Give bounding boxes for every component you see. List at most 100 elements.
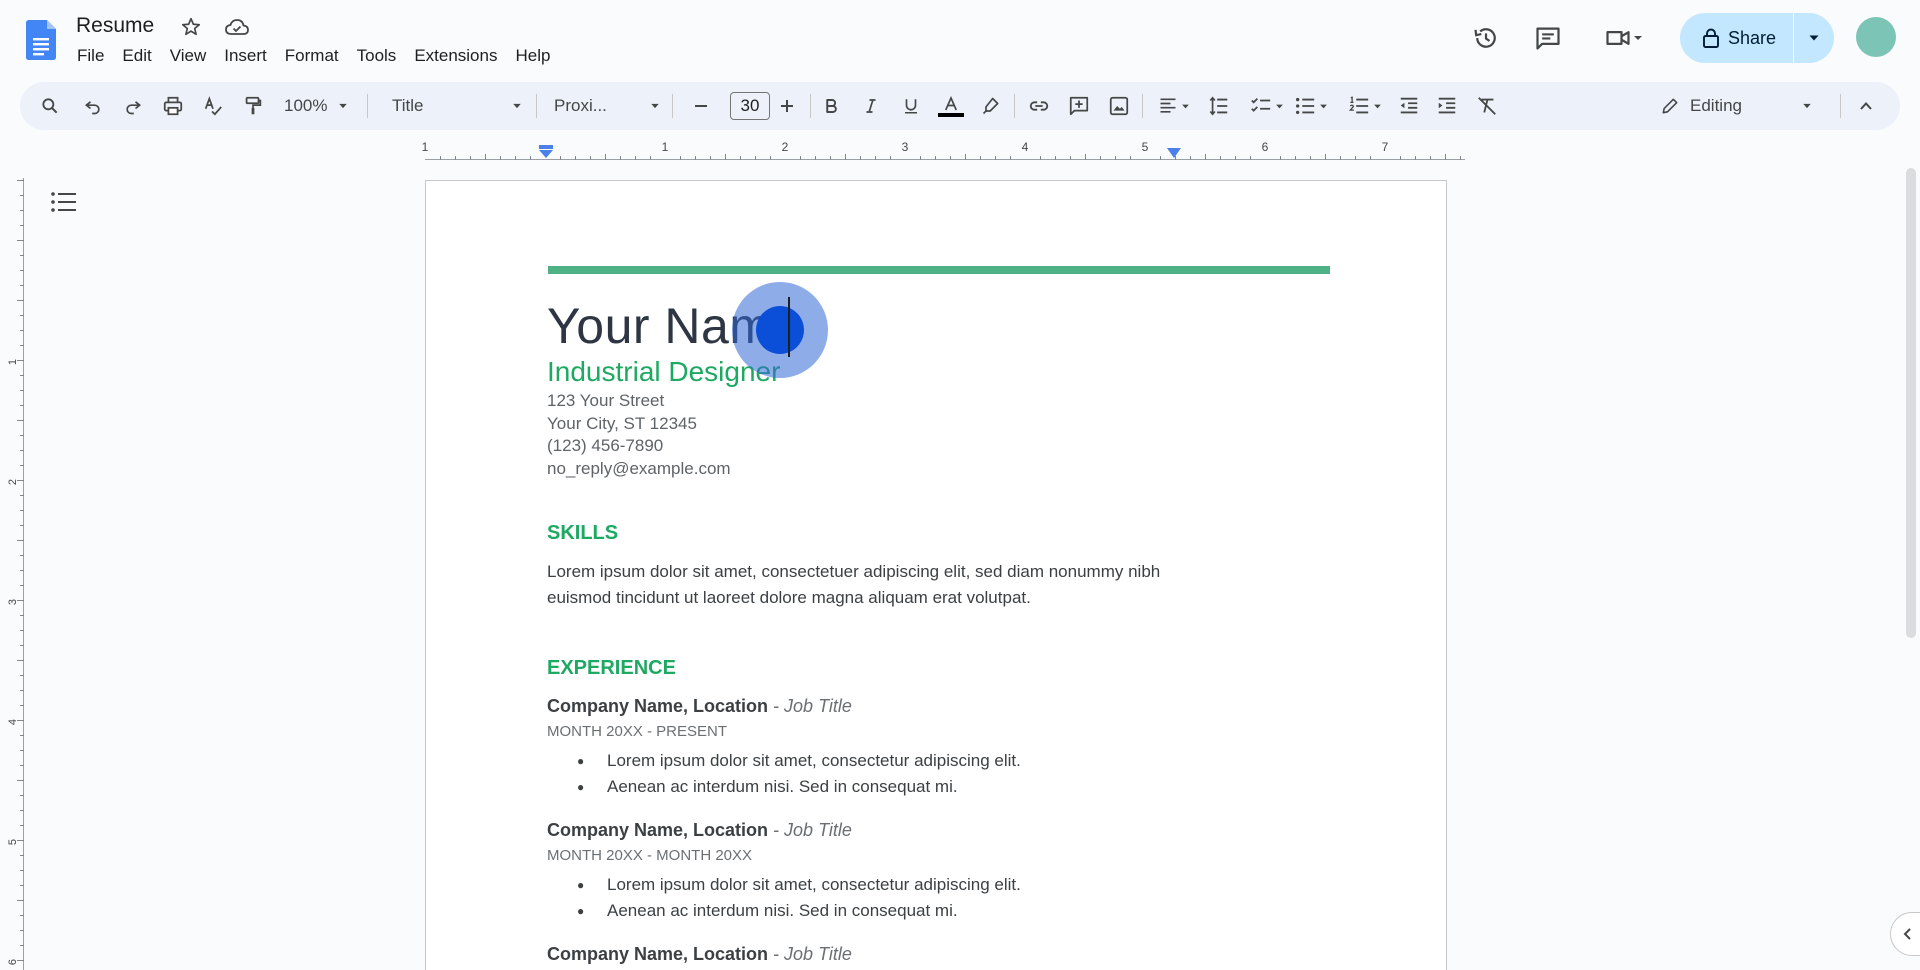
font-size-input[interactable]: 30 bbox=[730, 92, 770, 120]
font-family-select[interactable]: Proxi... bbox=[546, 90, 668, 122]
skills-heading[interactable]: SKILLS bbox=[547, 522, 1347, 545]
list-item[interactable]: Lorem ipsum dolor sit amet, consectetur … bbox=[547, 748, 1347, 774]
ruler-tick bbox=[1370, 156, 1371, 160]
job-entry: Company Name, Location - Job Title MONTH… bbox=[547, 696, 1347, 800]
text-cursor bbox=[788, 297, 790, 357]
job-dates[interactable]: MONTH 20XX - MONTH 20XX bbox=[547, 847, 1347, 864]
ruler-tick bbox=[485, 154, 486, 160]
list-item[interactable]: Aenean ac interdum nisi. Sed in consequa… bbox=[547, 898, 1347, 924]
scrollbar-thumb[interactable] bbox=[1906, 168, 1916, 638]
email-line[interactable]: no_reply@example.com bbox=[547, 458, 1347, 481]
meet-button[interactable] bbox=[1596, 18, 1652, 58]
line-spacing-button[interactable] bbox=[1204, 90, 1234, 122]
bulleted-list-button[interactable] bbox=[1288, 90, 1334, 122]
chevron-down-icon bbox=[1182, 104, 1189, 108]
vertical-ruler[interactable]: 1 2 3 4 5 6 bbox=[7, 170, 24, 970]
ruler-tick bbox=[20, 510, 24, 511]
spellcheck-button[interactable] bbox=[198, 90, 228, 122]
clear-formatting-button[interactable] bbox=[1472, 90, 1502, 122]
italic-button[interactable] bbox=[856, 90, 886, 122]
meet-icon bbox=[1606, 31, 1630, 45]
side-panel-toggle[interactable] bbox=[1890, 912, 1920, 956]
underline-button[interactable] bbox=[896, 90, 926, 122]
undo-button[interactable] bbox=[78, 90, 108, 122]
increase-indent-button[interactable] bbox=[1432, 90, 1462, 122]
print-icon bbox=[163, 96, 183, 116]
ruler-tick bbox=[935, 156, 936, 160]
hide-menus-button[interactable] bbox=[1850, 90, 1882, 122]
menu-file[interactable]: File bbox=[68, 44, 113, 68]
numbered-list-button[interactable] bbox=[1342, 90, 1388, 122]
job-dates[interactable]: MONTH 20XX - PRESENT bbox=[547, 723, 1347, 740]
avatar[interactable] bbox=[1856, 17, 1896, 57]
editing-mode-select[interactable]: Editing bbox=[1652, 90, 1822, 122]
right-indent-marker[interactable] bbox=[1166, 147, 1182, 159]
menu-help[interactable]: Help bbox=[506, 44, 559, 68]
ruler-tick bbox=[1340, 156, 1341, 160]
horizontal-ruler[interactable]: 1 1 2 3 4 5 6 7 bbox=[20, 138, 1900, 162]
phone-line[interactable]: (123) 456-7890 bbox=[547, 435, 1347, 458]
ruler-tick bbox=[1100, 156, 1101, 160]
highlight-color-button[interactable] bbox=[976, 90, 1006, 122]
bold-button[interactable] bbox=[816, 90, 846, 122]
menu-format[interactable]: Format bbox=[276, 44, 348, 68]
left-indent-marker[interactable] bbox=[538, 145, 554, 159]
address-line[interactable]: Your City, ST 12345 bbox=[547, 413, 1347, 436]
document-page[interactable]: Your Name Industrial Designer 123 Your S… bbox=[425, 180, 1447, 970]
share-options-button[interactable] bbox=[1794, 13, 1834, 63]
chevron-down-icon bbox=[1276, 104, 1283, 108]
job-header[interactable]: Company Name, Location - Job Title bbox=[547, 696, 1347, 717]
checklist-button[interactable] bbox=[1244, 90, 1290, 122]
version-history-button[interactable] bbox=[1466, 18, 1506, 58]
insert-link-button[interactable] bbox=[1024, 90, 1054, 122]
job-header[interactable]: Company Name, Location - Job Title bbox=[547, 944, 1347, 965]
chevron-down-icon bbox=[651, 103, 659, 109]
menu-edit[interactable]: Edit bbox=[113, 44, 160, 68]
share-button[interactable]: Share bbox=[1680, 13, 1793, 63]
ruler-tick bbox=[20, 645, 24, 646]
zoom-select[interactable]: 100% bbox=[278, 90, 354, 122]
list-item[interactable]: Aenean ac interdum nisi. Sed in consequa… bbox=[547, 774, 1347, 800]
menu-view[interactable]: View bbox=[161, 44, 216, 68]
menu-insert[interactable]: Insert bbox=[215, 44, 276, 68]
text-color-button[interactable] bbox=[936, 90, 966, 122]
ruler-number: 1 bbox=[7, 358, 20, 366]
paint-format-button[interactable] bbox=[238, 90, 268, 122]
resume-name[interactable]: Your Name bbox=[547, 299, 1347, 354]
numbered-list-icon bbox=[1348, 96, 1369, 114]
search-menus-button[interactable] bbox=[34, 90, 66, 122]
ruler-tick bbox=[1415, 156, 1416, 160]
document-title[interactable]: Resume bbox=[76, 14, 154, 38]
cloud-saved-icon[interactable] bbox=[224, 14, 250, 40]
ruler-number: 2 bbox=[7, 478, 20, 486]
increase-font-size-button[interactable] bbox=[772, 90, 802, 122]
skills-paragraph[interactable]: Lorem ipsum dolor sit amet, consectetuer… bbox=[547, 559, 1187, 611]
decrease-font-size-button[interactable] bbox=[686, 90, 716, 122]
menu-extensions[interactable]: Extensions bbox=[405, 44, 506, 68]
menu-tools[interactable]: Tools bbox=[348, 44, 406, 68]
comments-button[interactable] bbox=[1528, 18, 1568, 58]
ruler-tick bbox=[530, 156, 531, 160]
experience-heading[interactable]: EXPERIENCE bbox=[547, 657, 1347, 680]
document-outline-button[interactable] bbox=[46, 186, 82, 218]
docs-logo-icon[interactable] bbox=[26, 20, 56, 60]
list-item[interactable]: Lorem ipsum dolor sit amet, consectetur … bbox=[547, 872, 1347, 898]
resume-title[interactable]: Industrial Designer bbox=[547, 356, 1347, 388]
toolbar: 100% Title Proxi... 30 Editing bbox=[20, 82, 1900, 130]
ruler-number: 1 bbox=[661, 140, 669, 154]
job-header[interactable]: Company Name, Location - Job Title bbox=[547, 820, 1347, 841]
ruler-tick bbox=[20, 930, 24, 931]
insert-image-button[interactable] bbox=[1104, 90, 1134, 122]
paragraph-style-select[interactable]: Title bbox=[382, 90, 532, 122]
text-color-icon bbox=[944, 95, 958, 110]
redo-button[interactable] bbox=[118, 90, 148, 122]
decrease-indent-button[interactable] bbox=[1394, 90, 1424, 122]
ruler-tick bbox=[20, 270, 24, 271]
star-icon[interactable] bbox=[178, 14, 204, 40]
ruler-tick bbox=[17, 660, 24, 661]
address-line[interactable]: 123 Your Street bbox=[547, 390, 1347, 413]
add-comment-button[interactable] bbox=[1064, 90, 1094, 122]
align-button[interactable] bbox=[1154, 90, 1194, 122]
print-button[interactable] bbox=[158, 90, 188, 122]
ruler-tick bbox=[20, 810, 24, 811]
